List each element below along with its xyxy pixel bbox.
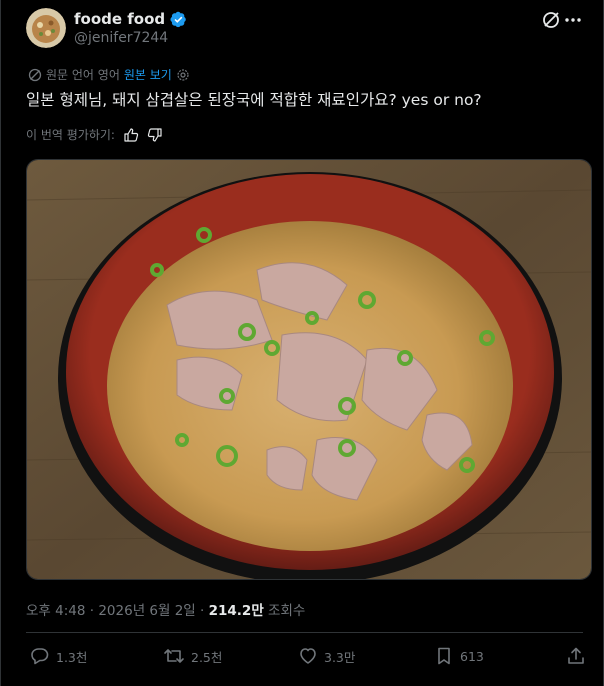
- repost-count: 2.5천: [191, 649, 223, 665]
- thumbs-down-icon[interactable]: [147, 127, 163, 143]
- thumbs-up-icon[interactable]: [123, 127, 139, 143]
- repost-icon: [164, 649, 184, 663]
- user-handle[interactable]: @jenifer7244: [74, 30, 168, 46]
- meta-separator: ·: [200, 603, 205, 619]
- meta-separator: ·: [89, 603, 95, 619]
- reply-button[interactable]: 1.3천: [30, 646, 87, 666]
- rate-translation-row: 이 번역 평가하기:: [26, 126, 163, 143]
- heart-icon: [300, 648, 316, 664]
- name-row: foode food: [74, 10, 187, 28]
- reply-icon: [31, 648, 49, 665]
- translate-icon: [28, 68, 42, 81]
- more-options-button[interactable]: [563, 10, 583, 30]
- settings-gear-icon[interactable]: [176, 68, 190, 82]
- bookmark-count: 613: [460, 648, 484, 664]
- reply-count: 1.3천: [56, 649, 88, 665]
- views-count: 214.2만: [208, 603, 264, 619]
- tweet-time[interactable]: 오후 4:48: [26, 603, 85, 619]
- repost-button[interactable]: 2.5천: [163, 646, 222, 666]
- more-icon: [565, 18, 581, 22]
- verified-badge-icon: [170, 11, 186, 27]
- miso-soup-photo-icon: [27, 160, 591, 579]
- grok-button[interactable]: [541, 10, 561, 30]
- tweet-photo[interactable]: [26, 159, 592, 580]
- bookmark-button[interactable]: 613: [434, 646, 484, 666]
- action-bar: 1.3천 2.5천 3.3만 613: [26, 646, 588, 674]
- avatar[interactable]: [26, 8, 66, 48]
- tweet-header: foode food @jenifer7244: [26, 8, 583, 52]
- share-icon: [568, 647, 584, 664]
- share-button[interactable]: [566, 646, 586, 666]
- grok-icon: [543, 12, 559, 28]
- view-original-link[interactable]: 원본 보기: [124, 66, 172, 83]
- tweet-detail: foode food @jenifer7244 원문 언어 영어 원본 보기 일…: [0, 0, 604, 686]
- tweet-text: 일본 형제님, 돼지 삼겹살은 된장국에 적합한 재료인가요? yes or n…: [26, 91, 482, 109]
- bookmark-icon: [438, 647, 450, 665]
- translation-source-label: 원문 언어 영어: [46, 68, 120, 82]
- like-count: 3.3만: [324, 649, 356, 665]
- translation-bar: 원문 언어 영어 원본 보기: [28, 66, 190, 83]
- divider: [26, 632, 583, 633]
- display-name[interactable]: foode food: [74, 10, 165, 28]
- rate-translation-label: 이 번역 평가하기:: [26, 128, 115, 142]
- tweet-date[interactable]: 2026년 6월 2일: [98, 603, 195, 619]
- like-button[interactable]: 3.3만: [298, 646, 355, 666]
- tweet-meta: 오후 4:48 · 2026년 6월 2일 · 214.2만 조회수: [26, 599, 305, 619]
- views-label: 조회수: [268, 603, 306, 619]
